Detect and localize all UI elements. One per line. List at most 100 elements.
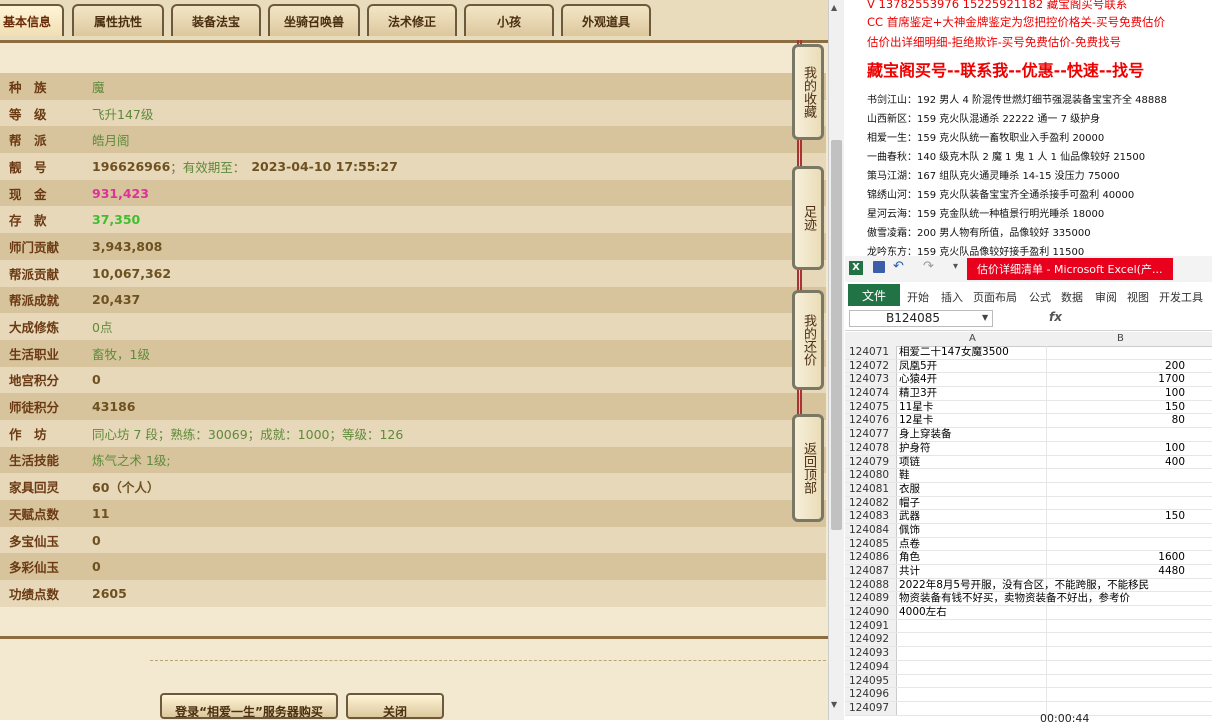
column-header-a[interactable]: A xyxy=(969,333,976,344)
row-number[interactable]: 124096 xyxy=(845,688,897,701)
row-number[interactable]: 124074 xyxy=(845,387,897,400)
cell-a[interactable]: 项链 xyxy=(897,455,1047,469)
cell-a[interactable]: 2022年8月5号开服，没有合区，不能跨服，不能移民 xyxy=(897,578,1149,592)
row-number[interactable]: 124081 xyxy=(845,482,897,496)
row-number[interactable]: 124092 xyxy=(845,633,897,647)
sheet-grid[interactable]: 124071 相爱二十147女魔3500 124072 凤凰5开 200 124073 心猿… xyxy=(845,346,1212,716)
cell-b[interactable] xyxy=(1047,688,1189,701)
cell-a[interactable] xyxy=(897,633,1047,647)
cell-a[interactable] xyxy=(897,688,1047,701)
cell-a[interactable] xyxy=(897,660,1047,674)
row-number[interactable]: 124088 xyxy=(845,578,897,592)
cell-b[interactable] xyxy=(1047,661,1189,674)
tab-file[interactable]: 文件 xyxy=(848,284,900,306)
footprint-button[interactable]: 足迹 xyxy=(792,166,824,270)
row-number[interactable]: 124087 xyxy=(845,565,897,578)
row-number[interactable]: 124076 xyxy=(845,414,897,428)
cell-b[interactable] xyxy=(1047,647,1189,660)
row-number[interactable]: 124075 xyxy=(845,400,897,414)
my-offers-button[interactable]: 我的还价 xyxy=(792,290,824,390)
back-to-top-button[interactable]: 返回顶部 xyxy=(792,414,824,522)
scroll-thumb[interactable] xyxy=(831,140,842,530)
row-number[interactable]: 124080 xyxy=(845,469,897,482)
cell-b[interactable]: 1700 xyxy=(1047,373,1189,386)
tab-spell-mods[interactable]: 法术修正 xyxy=(367,4,457,36)
cell-b[interactable] xyxy=(1047,538,1189,551)
cell-a[interactable]: 共计 xyxy=(897,565,1047,578)
row-number[interactable]: 124077 xyxy=(845,428,897,441)
cell-a[interactable]: 佩饰 xyxy=(897,523,1047,537)
login-server-buy-button[interactable]: 登录“相爱一生”服务器购买 xyxy=(160,693,338,719)
tab-attributes[interactable]: 属性抗性 xyxy=(72,4,164,36)
close-button[interactable]: 关闭 xyxy=(346,693,444,719)
row-number[interactable]: 124084 xyxy=(845,523,897,537)
cell-b[interactable] xyxy=(1047,606,1189,619)
row-number[interactable]: 124083 xyxy=(845,510,897,523)
cell-b[interactable] xyxy=(1047,633,1189,646)
cell-b[interactable]: 80 xyxy=(1047,414,1189,427)
scroll-down-icon[interactable]: ▼ xyxy=(831,700,837,709)
customize-qat-icon[interactable]: ▾ xyxy=(953,261,958,272)
column-header-b[interactable]: B xyxy=(1117,333,1124,344)
row-number[interactable]: 124095 xyxy=(845,674,897,688)
tab-data[interactable]: 数据 xyxy=(1061,289,1083,305)
cell-a[interactable]: 鞋 xyxy=(897,469,1047,482)
cell-b[interactable] xyxy=(1047,483,1189,496)
tab-formulas[interactable]: 公式 xyxy=(1029,289,1051,305)
tab-developer[interactable]: 开发工具 xyxy=(1159,289,1203,305)
save-icon[interactable] xyxy=(873,261,885,273)
tab-review[interactable]: 审阅 xyxy=(1095,289,1117,305)
namebox-dropdown-icon[interactable]: ▼ xyxy=(982,313,988,322)
cell-b[interactable]: 4480 xyxy=(1047,565,1189,578)
row-number[interactable]: 124071 xyxy=(845,346,897,359)
tab-child[interactable]: 小孩 xyxy=(464,4,554,36)
cell-a[interactable] xyxy=(897,674,1047,688)
redo-icon[interactable]: ↷ xyxy=(923,259,934,274)
tab-mounts-pets[interactable]: 坐骑召唤兽 xyxy=(268,4,360,36)
cell-a[interactable]: 物资装备有钱不好买，卖物资装备不好出，参考价 xyxy=(897,592,1130,606)
cell-a[interactable]: 12星卡 xyxy=(897,414,1047,428)
cell-a[interactable]: 凤凰5开 xyxy=(897,359,1047,373)
cell-a[interactable] xyxy=(897,619,1047,633)
cell-b[interactable] xyxy=(1047,592,1189,605)
cell-b[interactable]: 150 xyxy=(1047,401,1189,414)
cell-b[interactable]: 150 xyxy=(1047,510,1189,523)
cell-b[interactable] xyxy=(1047,524,1189,537)
cell-a[interactable] xyxy=(897,701,1047,715)
cell-a[interactable]: 身上穿装备 xyxy=(897,428,1047,441)
cell-a[interactable]: 角色 xyxy=(897,551,1047,564)
row-number[interactable]: 124094 xyxy=(845,660,897,674)
cell-a[interactable]: 4000左右 xyxy=(897,606,1047,619)
cell-a[interactable]: 点卷 xyxy=(897,537,1047,551)
cell-b[interactable] xyxy=(1047,620,1189,633)
tab-page-layout[interactable]: 页面布局 xyxy=(973,289,1017,305)
row-number[interactable]: 124073 xyxy=(845,373,897,387)
my-favorites-button[interactable]: 我的收藏 xyxy=(792,44,824,140)
fx-icon[interactable]: fx xyxy=(1049,310,1062,324)
cell-b[interactable] xyxy=(1047,346,1189,359)
cell-b[interactable]: 1600 xyxy=(1047,551,1189,564)
row-number[interactable]: 124079 xyxy=(845,455,897,469)
tab-basic-info[interactable]: 基本信息 xyxy=(0,4,64,36)
cell-b[interactable]: 400 xyxy=(1047,456,1189,469)
row-number[interactable]: 124090 xyxy=(845,606,897,619)
row-number[interactable]: 124097 xyxy=(845,701,897,715)
cell-a[interactable]: 心猿4开 xyxy=(897,373,1047,387)
cell-b[interactable] xyxy=(1047,497,1189,510)
cell-a[interactable]: 相爱二十147女魔3500 xyxy=(897,346,1047,359)
cell-a[interactable] xyxy=(897,647,1047,660)
row-number[interactable]: 124089 xyxy=(845,592,897,606)
cell-b[interactable]: 200 xyxy=(1047,360,1189,373)
cell-a[interactable]: 帽子 xyxy=(897,496,1047,510)
tab-insert[interactable]: 插入 xyxy=(941,289,963,305)
cell-a[interactable]: 护身符 xyxy=(897,441,1047,455)
row-number[interactable]: 124091 xyxy=(845,619,897,633)
tab-appearance[interactable]: 外观道具 xyxy=(561,4,651,36)
row-number[interactable]: 124082 xyxy=(845,496,897,510)
scroll-up-icon[interactable]: ▲ xyxy=(831,3,837,12)
cell-b[interactable] xyxy=(1047,675,1189,688)
cell-a[interactable]: 11星卡 xyxy=(897,400,1047,414)
row-number[interactable]: 124078 xyxy=(845,441,897,455)
tab-equipment[interactable]: 装备法宝 xyxy=(171,4,261,36)
cell-b[interactable] xyxy=(1047,579,1189,592)
